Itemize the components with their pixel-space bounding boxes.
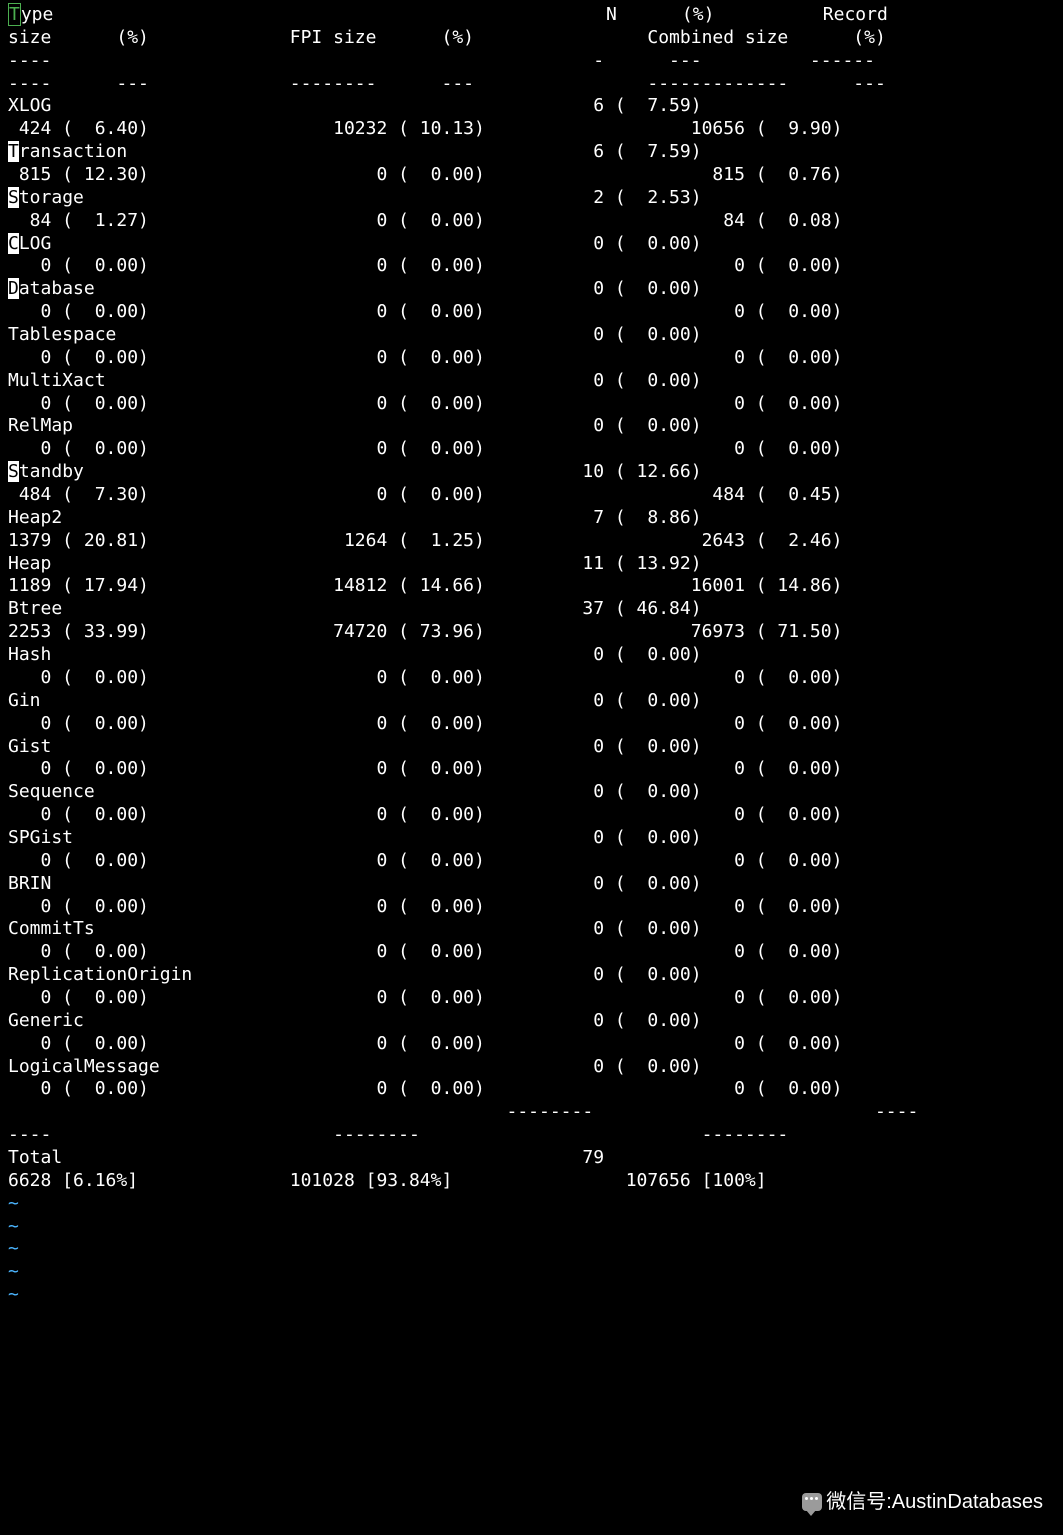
watermark: 微信号: AustinDatabases [802, 1490, 1043, 1515]
vim-tilde: ~ [8, 1238, 19, 1259]
wechat-icon [802, 1493, 822, 1511]
row-first-char: D [8, 278, 19, 299]
row-first-char: S [8, 187, 19, 208]
vim-tilde: ~ [8, 1284, 19, 1305]
vim-tilde: ~ [8, 1261, 19, 1282]
terminal-output: Type N (%) Record size (%) FPI size (%) … [0, 0, 1063, 1311]
vim-tilde: ~ [8, 1216, 19, 1237]
vim-tilde: ~ [8, 1193, 19, 1214]
row-first-char: T [8, 141, 19, 162]
cursor: T [8, 3, 21, 26]
watermark-value: AustinDatabases [892, 1490, 1043, 1515]
row-first-char: S [8, 461, 19, 482]
row-first-char: C [8, 233, 19, 254]
watermark-label: 微信号 [826, 1490, 886, 1515]
